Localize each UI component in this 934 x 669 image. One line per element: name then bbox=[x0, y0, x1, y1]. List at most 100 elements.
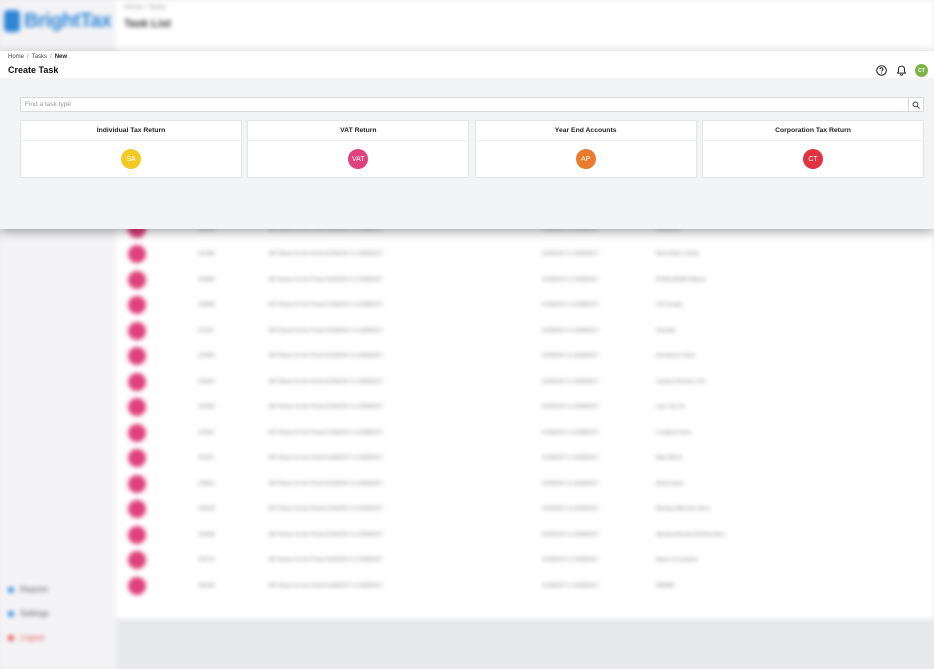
brand-logo: BrightTax bbox=[4, 8, 112, 34]
task-period: 01/06/2017 to 30/08/2017 bbox=[542, 557, 599, 563]
task-type-badge: VAT bbox=[348, 149, 369, 169]
client-name: Lundbeck Items bbox=[656, 429, 692, 436]
task-description: VAT Return for the Period 01/06/2017 to … bbox=[268, 582, 384, 589]
header-actions: CT bbox=[867, 64, 928, 77]
table-row[interactable]: 100528 VAT Return for the Period 01/06/20… bbox=[128, 497, 934, 522]
modal-body: Individual Tax Return SA VAT Return VAT … bbox=[0, 78, 934, 229]
table-row[interactable]: 100335 VAT Return for the Period 01/06/20… bbox=[128, 573, 934, 598]
task-id: 100335 bbox=[198, 582, 215, 589]
task-description: VAT Return for the Period 01/06/2017 to … bbox=[268, 429, 384, 436]
task-period: 01/06/2017 to 30/08/2017 bbox=[542, 353, 599, 359]
task-description: VAT Return for the Period 01/06/2017 to … bbox=[268, 302, 384, 308]
task-type-badge bbox=[128, 551, 146, 569]
task-type-title: Individual Tax Return bbox=[21, 121, 241, 141]
client-name: Name of Customer bbox=[656, 557, 698, 563]
task-description: VAT Return for the Period 01/06/2017 to … bbox=[268, 353, 384, 359]
task-description: VAT Return for the Period 01/06/2017 to … bbox=[268, 480, 384, 487]
breadcrumb-separator: / bbox=[27, 54, 29, 60]
task-description: VAT Return for the Period 01/06/2017 to … bbox=[268, 276, 384, 283]
client-name: Luke Test Cli bbox=[656, 404, 685, 410]
table-row[interactable]: 100948 VAT Return for the Period 01/06/20… bbox=[128, 522, 934, 547]
task-id: 101267 bbox=[198, 327, 215, 334]
table-row[interactable]: 100157 VAT Return for the Period 01/06/20… bbox=[128, 446, 934, 471]
task-type-card-vat-return[interactable]: VAT Return VAT bbox=[247, 120, 470, 178]
task-period: 01/06/2017 to 30/08/2017 bbox=[542, 327, 599, 334]
task-description: VAT Return for the Period 01/06/2017 to … bbox=[268, 531, 384, 538]
page-title: Create Task bbox=[8, 65, 59, 75]
task-type-badge bbox=[128, 347, 146, 365]
client-name: Bird & Bate Limited bbox=[656, 251, 699, 257]
task-period: 01/06/2017 to 30/08/2017 bbox=[542, 455, 599, 461]
sidebar-item-logout[interactable]: Logout bbox=[8, 633, 44, 642]
task-description: VAT Return for the Period 01/06/2017 to … bbox=[268, 251, 384, 257]
breadcrumb-current: New bbox=[54, 54, 68, 60]
task-type-badge bbox=[128, 270, 146, 289]
task-period: 01/06/2017 to 30/08/2017 bbox=[542, 531, 599, 538]
background-footer bbox=[116, 619, 934, 669]
search-icon bbox=[912, 100, 920, 109]
background-header: Home / Tasks Task List bbox=[116, 0, 934, 46]
task-type-search bbox=[20, 97, 924, 112]
client-name: Dovetale bbox=[656, 327, 676, 334]
table-row[interactable]: 100851 VAT Return for the Period 01/06/20… bbox=[128, 471, 934, 496]
task-type-badge bbox=[128, 398, 146, 416]
task-period: 01/06/2017 to 30/08/2017 bbox=[542, 480, 599, 487]
table-row[interactable]: 100447 VAT Return for the Period 01/06/20… bbox=[128, 420, 934, 445]
table-row[interactable]: 100184 VAT Return for the Period 01/06/20… bbox=[128, 395, 934, 420]
modal-header: Home / Tasks / New Create Task CT bbox=[0, 51, 934, 78]
breadcrumb-tasks[interactable]: Tasks bbox=[32, 54, 47, 60]
task-description: VAT Return for the Period 01/06/2017 to … bbox=[268, 404, 384, 410]
client-name: Jacksen Electrics LTD bbox=[656, 378, 706, 385]
task-type-title: Year End Accounts bbox=[475, 121, 696, 141]
notification-bell-icon[interactable] bbox=[895, 65, 907, 77]
task-description: VAT Return for the Period 01/06/2017 to … bbox=[268, 327, 384, 334]
table-row[interactable]: 101384 VAT Return for the Period 01/06/20… bbox=[128, 242, 934, 267]
brand-logo-icon bbox=[4, 10, 20, 32]
table-row[interactable]: 100688 VAT Return for the Period 01/06/20… bbox=[128, 293, 934, 318]
task-period: 01/06/2017 to 30/08/2017 bbox=[542, 429, 599, 436]
task-period: 01/06/2017 to 30/08/2017 bbox=[542, 302, 599, 308]
task-type-card-year-end-accounts[interactable]: Year End Accounts AP bbox=[474, 120, 697, 178]
task-type-badge bbox=[128, 449, 146, 467]
task-type-badge bbox=[128, 423, 146, 442]
table-row[interactable]: 100405 VAT Return for the Period 01/06/20… bbox=[128, 344, 934, 369]
user-avatar[interactable]: CT bbox=[915, 64, 928, 77]
task-type-badge: SA bbox=[121, 149, 141, 169]
client-name: Everade for Stem bbox=[656, 353, 695, 359]
task-type-card-individual-tax-return[interactable]: Individual Tax Return SA bbox=[20, 120, 242, 178]
task-description: VAT Return for the Period 01/06/2017 to … bbox=[268, 506, 384, 512]
task-type-badge bbox=[128, 576, 146, 595]
table-row[interactable]: 100716 VAT Return for the Period 01/06/20… bbox=[128, 548, 934, 573]
table-row[interactable]: 100461 VAT Return for the Period 01/06/20… bbox=[128, 369, 934, 394]
client-name: BTHhit-BGAR Widmar bbox=[656, 276, 706, 283]
breadcrumb-separator: / bbox=[50, 54, 52, 60]
create-task-modal: Home/Tasks/New Create Task CT Individual… bbox=[0, 51, 934, 229]
task-description: VAT Return for the Period 01/06/2017 to … bbox=[268, 378, 384, 385]
task-id: 100528 bbox=[198, 506, 215, 512]
task-period: 01/06/2017 to 30/08/2017 bbox=[542, 276, 599, 283]
task-id: 100948 bbox=[198, 531, 215, 538]
sidebar-item-reports[interactable]: Reports bbox=[8, 585, 48, 594]
help-icon[interactable] bbox=[875, 65, 887, 77]
table-row[interactable]: 101267 VAT Return for the Period 01/06/20… bbox=[128, 318, 934, 343]
sidebar-item-label: Logout bbox=[20, 633, 45, 642]
task-period: 01/06/2017 to 30/08/2017 bbox=[542, 378, 599, 385]
sidebar-item-settings[interactable]: Settings bbox=[8, 609, 49, 618]
breadcrumb-home[interactable]: Home bbox=[8, 54, 24, 60]
task-type-badge: AP bbox=[575, 149, 596, 169]
task-type-search-input[interactable] bbox=[21, 98, 908, 111]
task-type-badge: CT bbox=[802, 149, 823, 169]
search-button[interactable] bbox=[908, 98, 923, 111]
task-type-cards: Individual Tax Return SA VAT Return VAT … bbox=[20, 120, 924, 178]
task-period: 01/06/2017 to 30/08/2017 bbox=[542, 404, 599, 410]
task-id: 100688 bbox=[198, 302, 215, 308]
task-type-card-corporation-tax-return[interactable]: Corporation Tax Return CT bbox=[701, 120, 924, 178]
task-id: 100184 bbox=[198, 404, 215, 410]
task-type-title: Corporation Tax Return bbox=[702, 121, 923, 141]
task-id: 100461 bbox=[198, 378, 215, 385]
task-description: VAT Return for the Period 01/06/2017 to … bbox=[268, 557, 384, 563]
task-type-badge bbox=[128, 500, 146, 518]
brand-name: BrightTax bbox=[24, 9, 112, 32]
table-row[interactable]: 100408 VAT Return for the Period 01/06/20… bbox=[128, 267, 934, 292]
task-period: 01/06/2017 to 30/08/2017 bbox=[542, 251, 599, 257]
